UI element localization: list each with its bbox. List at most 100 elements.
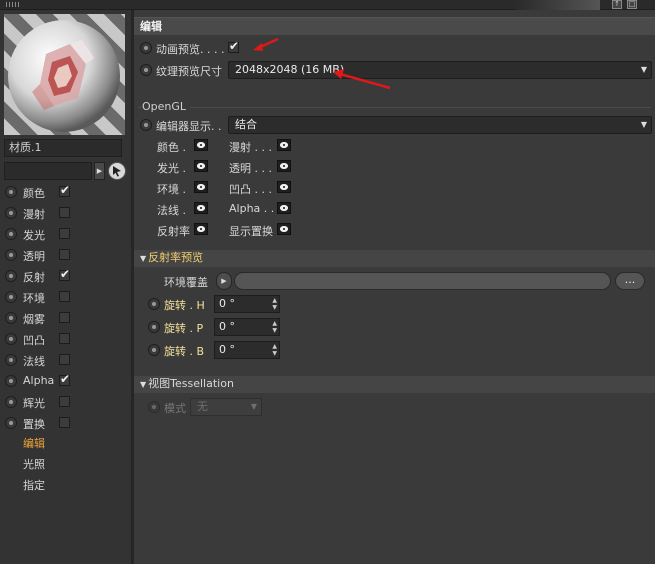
eye-icon[interactable] <box>194 223 208 235</box>
eye-icon[interactable] <box>194 160 208 172</box>
radio-icon[interactable] <box>5 333 17 345</box>
spinner-arrows-icon[interactable]: ▲ ▼ <box>272 343 277 357</box>
rotation-b-input[interactable]: 0 ° ▲ ▼ <box>214 341 280 359</box>
window-top-bar: ↑ □ <box>0 0 655 10</box>
eye-icon[interactable] <box>277 160 291 172</box>
radio-icon[interactable] <box>5 270 17 282</box>
eye-label: 颜色 . <box>157 141 186 154</box>
channel-checkbox[interactable] <box>59 417 70 428</box>
pin-icon[interactable]: ↑ <box>612 0 622 9</box>
texture-size-dropdown[interactable]: 2048x2048 (16 MB) ▼ <box>228 61 652 79</box>
channel-alpha[interactable]: Alpha <box>4 371 129 391</box>
env-override-link-field[interactable] <box>234 272 611 290</box>
channel-checkbox[interactable] <box>59 354 70 365</box>
channel-checkbox[interactable] <box>59 291 70 302</box>
rotation-b-row: 旋转 . B 0 ° ▲ ▼ <box>142 340 342 360</box>
channel-bump[interactable]: 凹凸 <box>4 329 129 349</box>
eye-icon[interactable] <box>277 223 291 235</box>
channel-checkbox[interactable] <box>59 207 70 218</box>
animate-preview-checkbox[interactable] <box>228 39 239 53</box>
channel-color[interactable]: 颜色 <box>4 182 129 202</box>
eye-label: 环境 . <box>157 183 186 196</box>
grip-icon[interactable] <box>6 2 20 7</box>
radio-icon[interactable] <box>5 417 17 429</box>
eye-icon[interactable] <box>277 139 291 151</box>
eye-toggle-normal[interactable]: 法线 . <box>157 201 217 217</box>
channel-checkbox[interactable] <box>59 249 70 260</box>
rotation-p-value: 0 ° <box>219 320 235 333</box>
radio-icon[interactable] <box>140 42 152 54</box>
eye-toggle-show-displacement[interactable]: 显示置换 <box>229 222 299 238</box>
expand-icon[interactable]: □ <box>627 0 637 9</box>
channel-label: 辉光 <box>23 397 45 410</box>
sub-item-illumination[interactable]: 光照 <box>23 456 45 474</box>
eye-toggle-diffuse[interactable]: 漫射 . . . <box>229 138 299 154</box>
radio-icon[interactable] <box>140 119 152 131</box>
channel-displacement[interactable]: 置换 <box>4 413 129 433</box>
channel-label: 置换 <box>23 418 45 431</box>
channel-checkbox[interactable] <box>59 267 70 281</box>
eye-toggle-luminance[interactable]: 发光 . <box>157 159 217 175</box>
radio-icon[interactable] <box>148 344 160 356</box>
radio-icon[interactable] <box>5 396 17 408</box>
eye-toggle-bump[interactable]: 凹凸 . . . <box>229 180 299 196</box>
arrow-right-icon[interactable]: ▶ <box>216 272 232 290</box>
eye-icon[interactable] <box>277 181 291 193</box>
opengl-group-title: OpenGL <box>142 100 191 113</box>
eye-icon[interactable] <box>194 139 208 151</box>
channel-luminance[interactable]: 发光 <box>4 224 129 244</box>
radio-icon[interactable] <box>5 375 17 387</box>
channel-label: 透明 <box>23 250 45 263</box>
eye-toggle-alpha[interactable]: Alpha . . <box>229 201 299 217</box>
eye-icon[interactable] <box>277 202 291 214</box>
radio-icon[interactable] <box>5 354 17 366</box>
channel-checkbox[interactable] <box>59 396 70 407</box>
channel-normal[interactable]: 法线 <box>4 350 129 370</box>
cursor-pick-icon[interactable] <box>108 162 126 180</box>
channel-checkbox[interactable] <box>59 312 70 323</box>
radio-icon[interactable] <box>140 64 152 76</box>
tessellation-group-header[interactable]: ▼ 视图Tessellation <box>134 376 655 393</box>
eye-toggle-reflectance[interactable]: 反射率 <box>157 222 217 238</box>
arrow-right-icon[interactable]: ▶ <box>94 162 105 180</box>
eye-toggle-transparency[interactable]: 透明 . . . <box>229 159 299 175</box>
channel-checkbox[interactable] <box>59 333 70 344</box>
radio-icon[interactable] <box>5 186 17 198</box>
eye-toggle-color[interactable]: 颜色 . <box>157 138 217 154</box>
radio-icon[interactable] <box>5 228 17 240</box>
channel-checkbox[interactable] <box>59 228 70 239</box>
channel-transparency[interactable]: 透明 <box>4 245 129 265</box>
eye-label: Alpha . . <box>229 202 275 215</box>
radio-icon[interactable] <box>5 312 17 324</box>
channel-checkbox[interactable] <box>59 183 70 197</box>
radio-icon[interactable] <box>5 207 17 219</box>
channel-reflectance[interactable]: 反射 <box>4 266 129 286</box>
eye-toggle-environment[interactable]: 环境 . <box>157 180 217 196</box>
channel-fog[interactable]: 烟雾 <box>4 308 129 328</box>
radio-icon[interactable] <box>5 249 17 261</box>
eye-icon[interactable] <box>194 181 208 193</box>
rotation-h-input[interactable]: 0 ° ▲ ▼ <box>214 295 280 313</box>
sub-item-assign[interactable]: 指定 <box>23 477 45 495</box>
channel-glow[interactable]: 辉光 <box>4 392 129 412</box>
spinner-arrows-icon[interactable]: ▲ ▼ <box>272 297 277 311</box>
sub-item-editor[interactable]: 编辑 <box>23 435 45 453</box>
material-name-field[interactable]: 材质.1 <box>4 139 122 157</box>
editor-display-dropdown[interactable]: 结合 ▼ <box>228 116 652 134</box>
radio-icon[interactable] <box>148 321 160 333</box>
eye-icon[interactable] <box>194 202 208 214</box>
reflectance-preview-group-header[interactable]: ▼ 反射率预览 <box>134 250 655 267</box>
channel-environment[interactable]: 环境 <box>4 287 129 307</box>
rotation-p-input[interactable]: 0 ° ▲ ▼ <box>214 318 280 336</box>
radio-icon[interactable] <box>148 298 160 310</box>
material-preview[interactable] <box>4 14 125 135</box>
texture-size-value: 2048x2048 (16 MB) <box>235 63 345 76</box>
radio-icon[interactable] <box>5 291 17 303</box>
channel-search-input[interactable] <box>4 162 92 180</box>
browse-button[interactable]: ... <box>615 272 645 290</box>
collapse-triangle-icon: ▼ <box>140 380 147 389</box>
channel-search-row: ▶ <box>4 161 126 181</box>
spinner-arrows-icon[interactable]: ▲ ▼ <box>272 320 277 334</box>
channel-checkbox[interactable] <box>59 372 70 386</box>
channel-diffuse[interactable]: 漫射 <box>4 203 129 223</box>
